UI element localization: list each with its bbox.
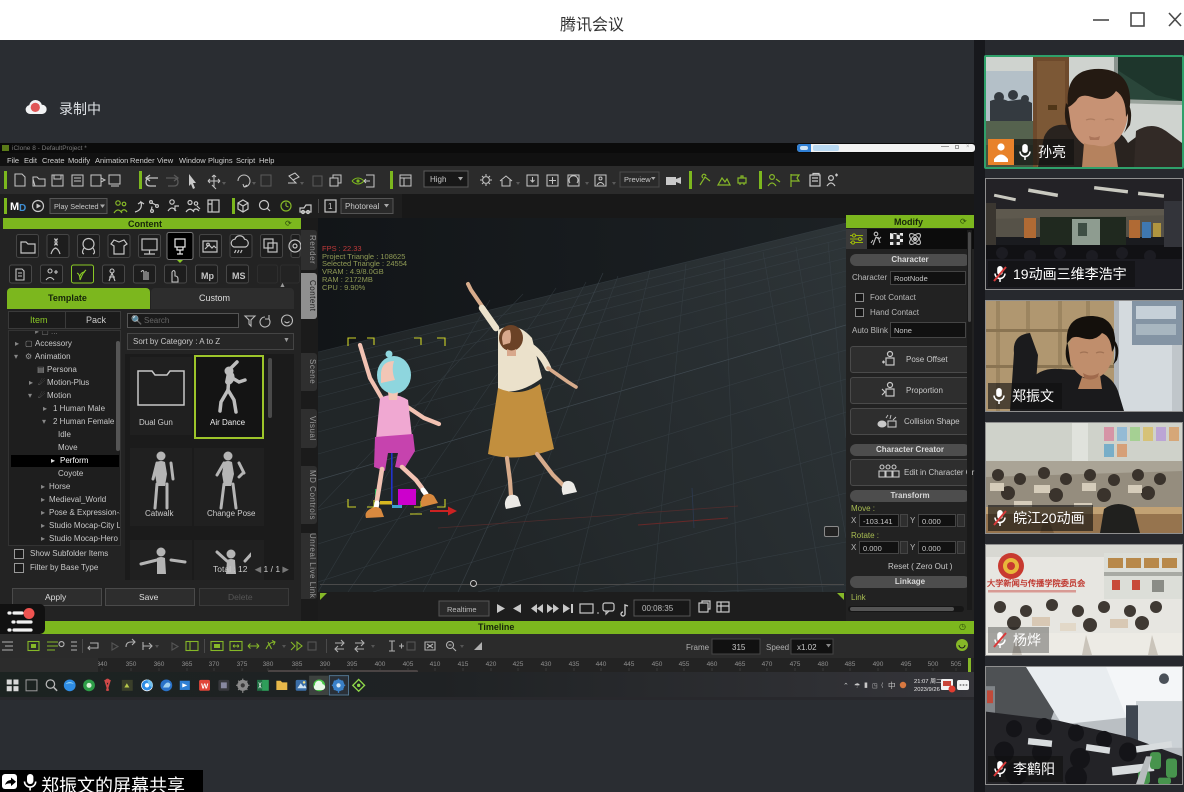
svg-text:2023/9/26: 2023/9/26 [914,687,940,693]
svg-text:380: 380 [263,661,274,668]
svg-text:Mp: Mp [201,271,214,281]
svg-text:x1.02: x1.02 [797,643,817,652]
svg-text:D: D [19,203,26,214]
svg-text:▮: ▮ [864,682,868,689]
svg-text:375: 375 [237,661,248,668]
svg-text:410: 410 [430,661,441,668]
svg-text:High: High [430,175,446,184]
svg-text:460: 460 [707,661,718,668]
svg-text:Realtime: Realtime [447,605,477,614]
svg-text:中: 中 [888,680,896,690]
svg-text:475: 475 [790,661,801,668]
svg-text:465: 465 [735,661,746,668]
svg-text:405: 405 [403,661,414,668]
svg-text:M: M [10,201,19,213]
svg-text:495: 495 [901,661,912,668]
svg-text:370: 370 [209,661,220,668]
svg-text:MS: MS [232,271,246,281]
svg-text:Preview: Preview [624,175,651,184]
svg-text:21:07 周二: 21:07 周二 [914,678,942,685]
svg-text:440: 440 [596,661,607,668]
svg-text:395: 395 [347,661,358,668]
svg-text:Speed: Speed [766,643,789,652]
svg-text:⌃: ⌃ [843,682,849,690]
svg-text:◳: ◳ [872,684,878,690]
svg-text:Play Selected: Play Selected [54,202,99,211]
svg-text:1: 1 [328,202,333,211]
svg-text:365: 365 [182,661,193,668]
svg-text:大学新闻与传播学院委员会: 大学新闻与传播学院委员会 [987,578,1086,588]
svg-text:480: 480 [818,661,829,668]
svg-text:340: 340 [97,661,108,668]
svg-text:430: 430 [541,661,552,668]
svg-text:400: 400 [375,661,386,668]
svg-text:⟨: ⟨ [881,682,883,689]
svg-text:420: 420 [486,661,497,668]
svg-text:315: 315 [732,643,746,652]
svg-text:390: 390 [320,661,331,668]
svg-text:☂: ☂ [854,682,860,690]
svg-text:450: 450 [652,661,663,668]
svg-text:360: 360 [154,661,165,668]
svg-text:415: 415 [458,661,469,668]
svg-text:445: 445 [624,661,635,668]
svg-text:485: 485 [845,661,856,668]
svg-text:350: 350 [126,661,137,668]
svg-text:435: 435 [569,661,580,668]
svg-text:Frame: Frame [686,643,710,652]
svg-text:470: 470 [762,661,773,668]
svg-text:505: 505 [951,661,962,668]
svg-text:W: W [201,681,209,690]
svg-text:00:08:35: 00:08:35 [642,604,674,613]
svg-text:500: 500 [928,661,939,668]
svg-text:455: 455 [679,661,690,668]
svg-text:385: 385 [292,661,303,668]
svg-text:490: 490 [873,661,884,668]
svg-text:425: 425 [513,661,524,668]
svg-text:Photoreal: Photoreal [345,202,379,211]
